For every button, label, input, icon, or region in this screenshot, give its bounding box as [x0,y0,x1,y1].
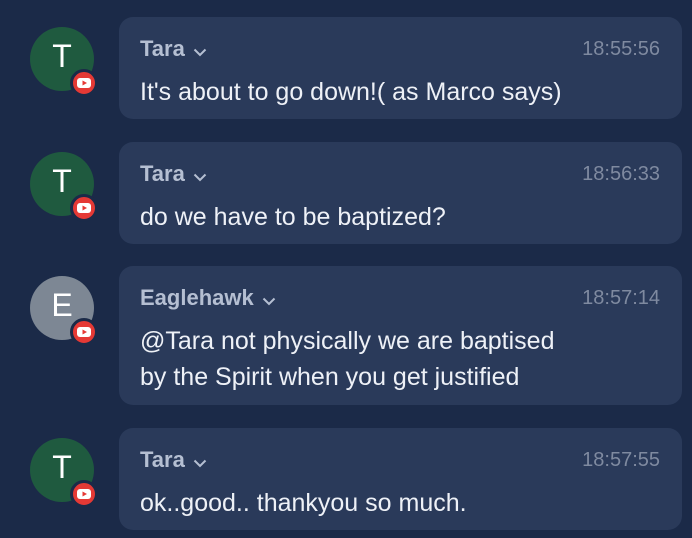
chevron-down-icon[interactable] [193,162,207,188]
chat-message-list: T Tara 18:55:56 It's about to go down!( … [0,0,692,538]
youtube-icon [70,194,98,222]
author-name[interactable]: Tara [140,447,207,473]
author-label: Eaglehawk [140,285,254,310]
avatar[interactable]: T [30,27,98,97]
message-text: do we have to be baptized? [140,203,446,231]
author-label: Tara [140,36,185,61]
avatar[interactable]: T [30,152,98,222]
message-bubble: Tara 18:56:33 do we have to be baptized? [119,142,682,244]
message-text: @Tara not physically we are baptised by … [140,327,555,391]
author-name[interactable]: Tara [140,36,207,62]
chevron-down-icon[interactable] [193,37,207,63]
message-timestamp: 18:55:56 [582,38,660,60]
message-text: ok..good.. thankyou so much. [140,489,467,517]
chevron-down-icon[interactable] [262,286,276,312]
message-bubble: Tara 18:55:56 It's about to go down!( as… [119,17,682,119]
message-timestamp: 18:56:33 [582,163,660,185]
author-name[interactable]: Eaglehawk [140,285,276,311]
message-timestamp: 18:57:14 [582,287,660,309]
message-bubble: Eaglehawk 18:57:14 @Tara not physically … [119,266,682,405]
author-name[interactable]: Tara [140,161,207,187]
avatar[interactable]: E [30,276,98,346]
chat-message: E Eaglehawk 18:57:14 @Tara not physicall… [0,266,692,405]
youtube-icon [70,69,98,97]
chevron-down-icon[interactable] [193,448,207,474]
chat-message: T Tara 18:56:33 do we have to be baptize… [0,142,692,244]
message-bubble: Tara 18:57:55 ok..good.. thankyou so muc… [119,428,682,530]
message-text: It's about to go down!( as Marco says) [140,78,562,106]
chat-message: T Tara 18:57:55 ok..good.. thankyou so m… [0,428,692,530]
avatar[interactable]: T [30,438,98,508]
youtube-icon [70,480,98,508]
youtube-icon [70,318,98,346]
author-label: Tara [140,161,185,186]
chat-message: T Tara 18:55:56 It's about to go down!( … [0,17,692,119]
message-timestamp: 18:57:55 [582,449,660,471]
author-label: Tara [140,447,185,472]
